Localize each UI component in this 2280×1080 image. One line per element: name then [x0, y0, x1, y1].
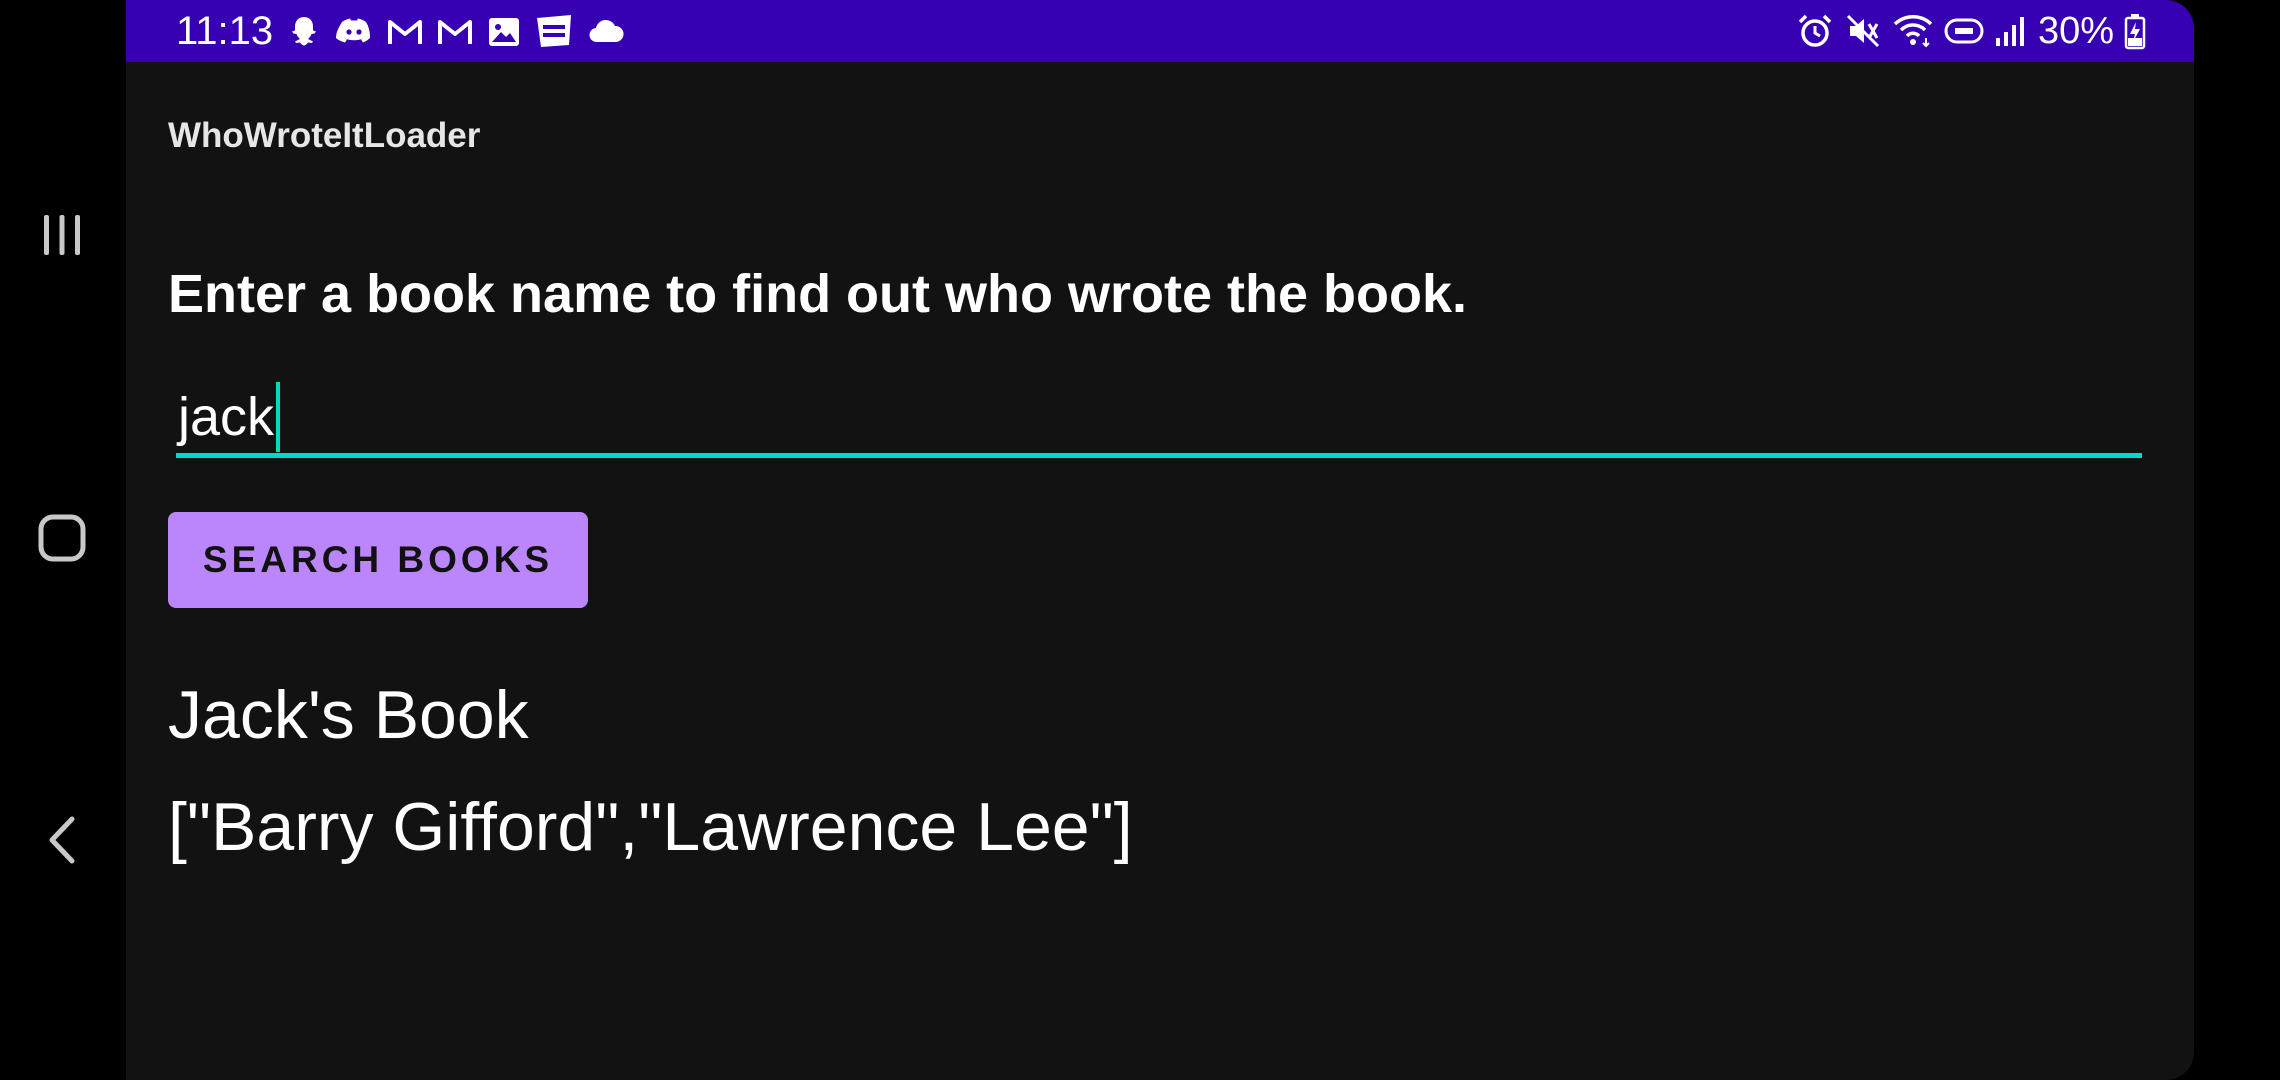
status-bar: 11:13 30% [126, 0, 2194, 62]
instructions-text: Enter a book name to find out who wrote … [168, 264, 1468, 324]
discord-icon [336, 18, 370, 43]
back-icon [49, 816, 75, 864]
app-screen: 11:13 30% WhoWroteItLoader Enter a book … [126, 0, 2194, 1080]
webtoon-icon [537, 15, 571, 47]
search-input-content: jack [178, 382, 281, 452]
signal-icon [1995, 17, 2024, 46]
gmail-icon [438, 20, 472, 44]
home-button[interactable] [0, 483, 124, 593]
recents-button[interactable] [0, 180, 124, 290]
notification-icons [286, 13, 626, 51]
battery-charging-icon [2124, 14, 2146, 50]
recents-icon [44, 215, 80, 255]
book-search-input[interactable]: jack [176, 370, 2142, 458]
gmail-icon [388, 20, 422, 44]
text-cursor [276, 382, 281, 452]
battery-percentage: 30% [2037, 10, 2114, 52]
status-time: 11:13 [176, 9, 274, 53]
gallery-icon [489, 18, 519, 46]
result-authors: ["Barry Gifford","Lawrence Lee"] [168, 789, 1133, 865]
device-frame: 11:13 30% WhoWroteItLoader Enter a book … [0, 0, 2280, 1080]
home-icon [38, 514, 86, 562]
back-button[interactable] [0, 785, 124, 895]
wifi-icon [1893, 15, 1933, 48]
search-input-underline [176, 453, 2142, 458]
search-input-value: jack [178, 387, 275, 447]
volte-icon [1944, 18, 1984, 44]
system-status-icons: 30% [1796, 10, 2146, 52]
mute-icon [1846, 14, 1879, 48]
snapchat-icon [292, 17, 316, 46]
app-title: WhoWroteItLoader [168, 116, 481, 155]
search-books-button[interactable]: SEARCH BOOKS [168, 512, 588, 608]
result-book-title: Jack's Book [168, 677, 529, 753]
navigation-bar [0, 0, 126, 1080]
alarm-icon [1798, 14, 1832, 47]
cloud-icon [589, 19, 624, 43]
